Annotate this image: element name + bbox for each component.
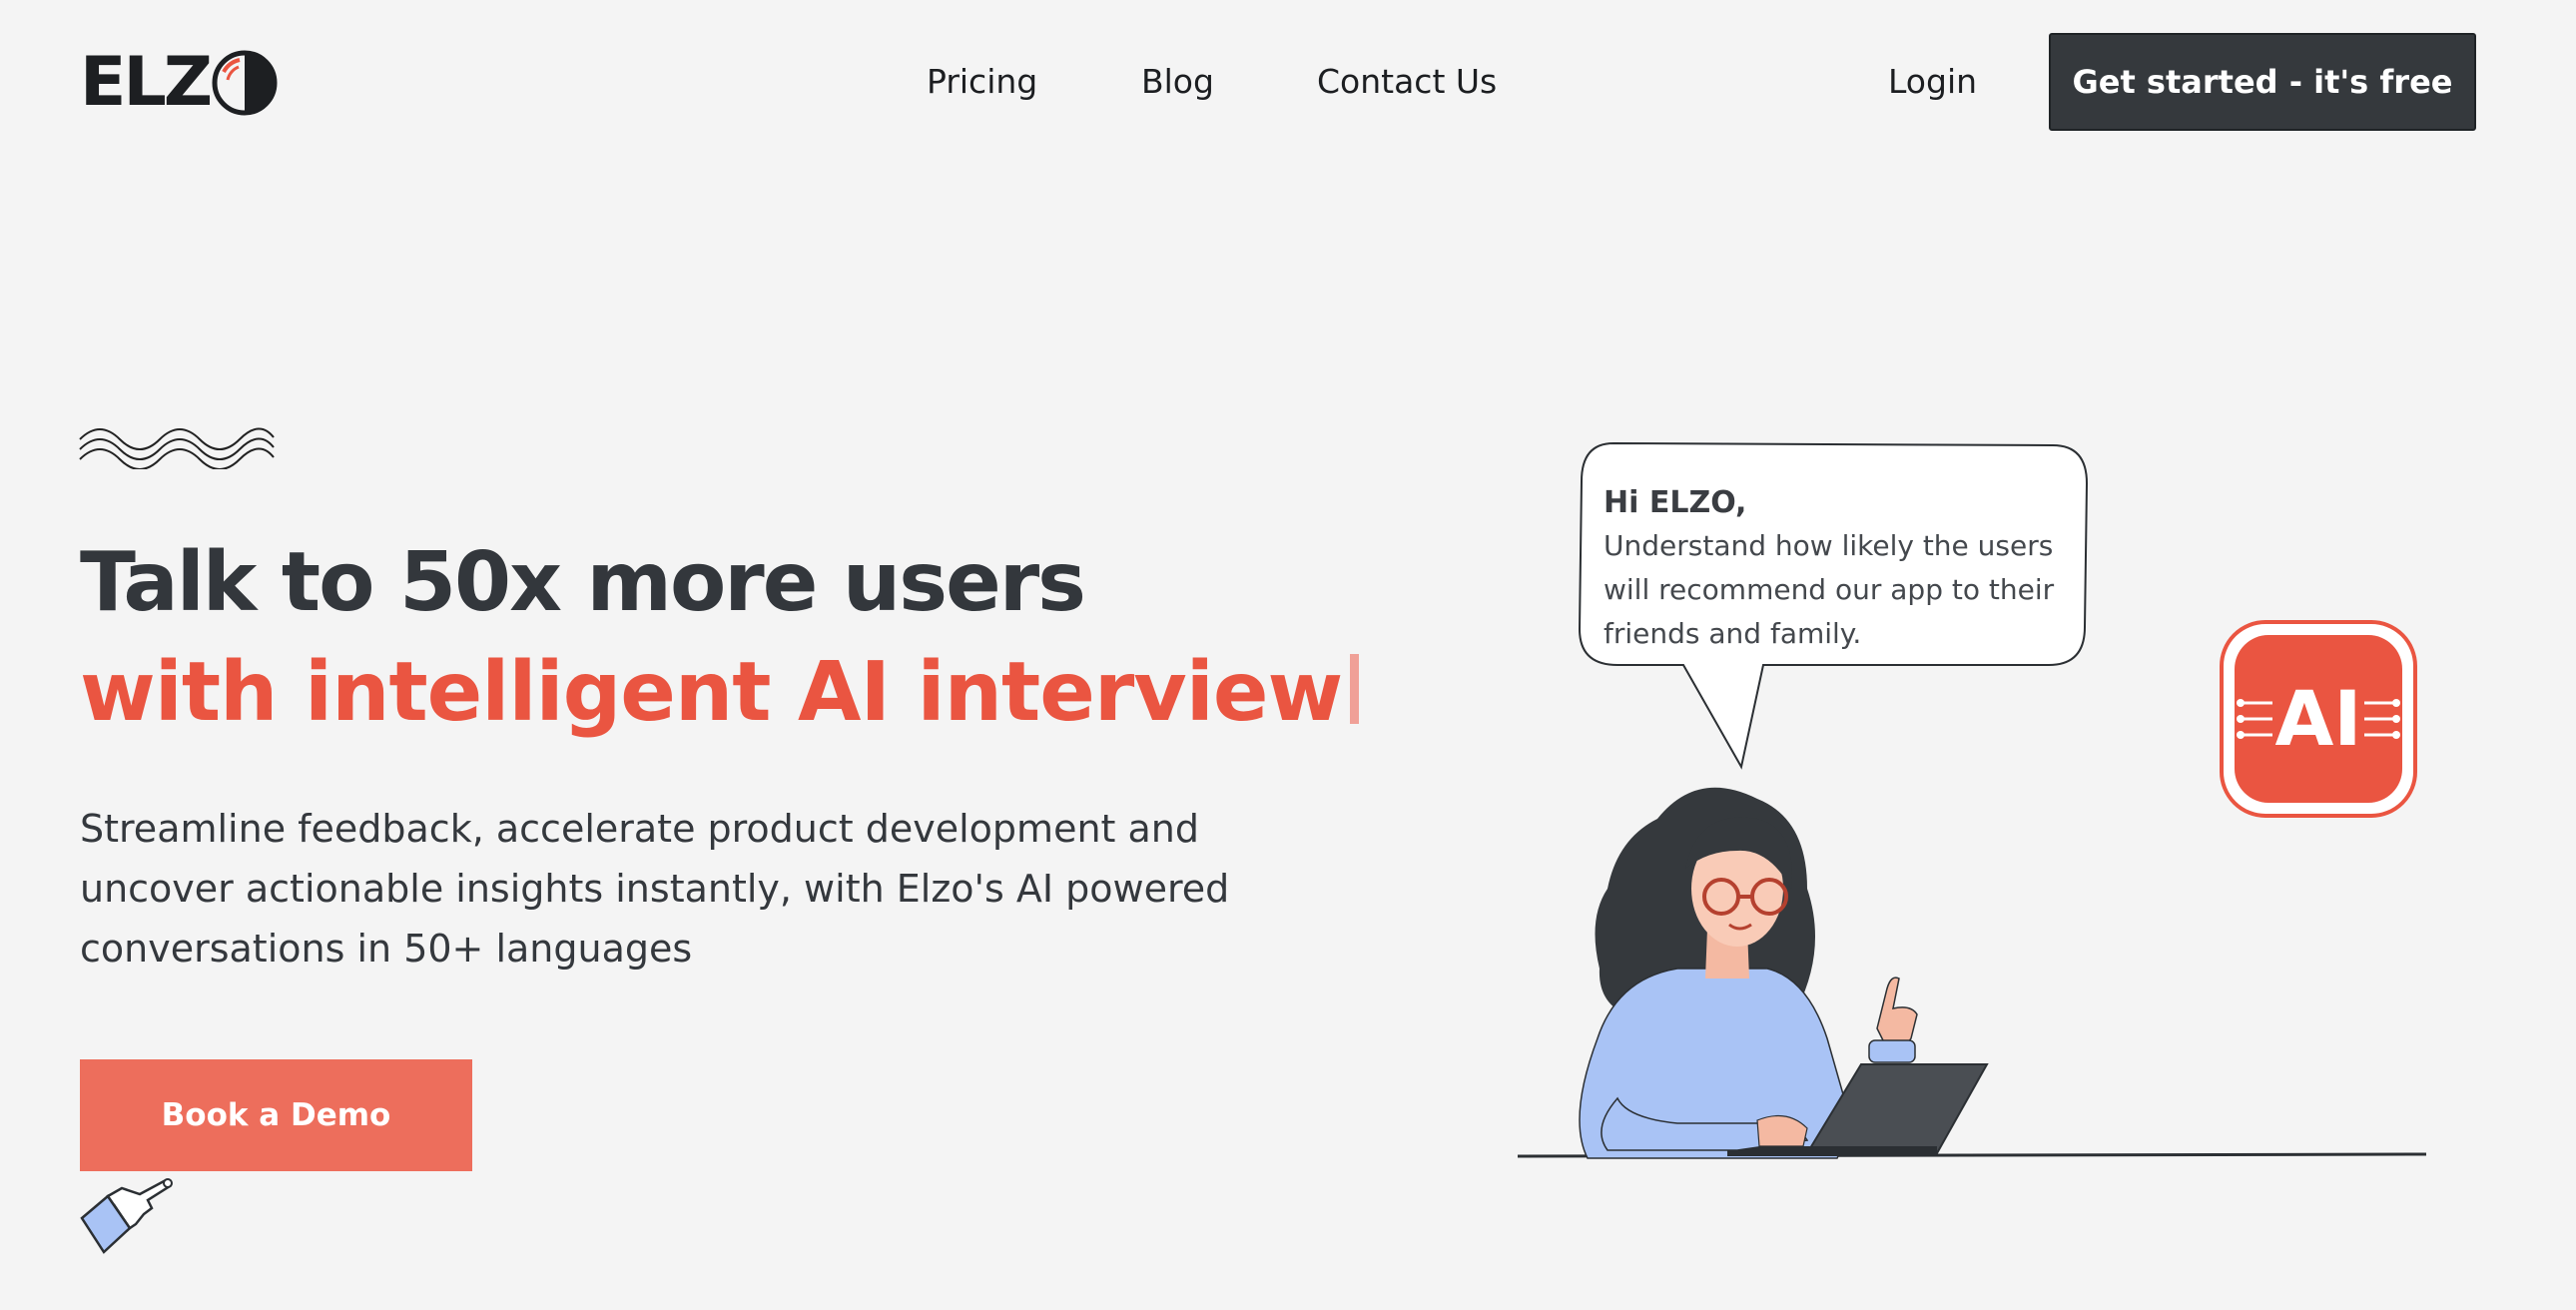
nav-contact-us[interactable]: Contact Us [1317,62,1497,101]
woman-laptop-illustration [1517,787,2426,1159]
hero-title-line2: with intelligent AI interview [80,645,1360,740]
pointing-hand-icon [80,1178,173,1254]
hero-description: Streamline feedback, accelerate product … [80,807,1230,971]
brand-logo[interactable]: ELZ [80,43,278,122]
wave-squiggle-icon [79,427,275,469]
hero-title-line1: Talk to 50x more users [80,535,1086,630]
raised-hand [1876,977,1918,1050]
ai-badge-label: AI [2274,674,2361,763]
logo-mark-icon [212,50,278,116]
bubble-greeting: Hi ELZO, [1604,485,1747,520]
nav-blog[interactable]: Blog [1141,62,1214,101]
hero-title-highlight: with intelligent AI interview [80,645,1343,740]
bubble-content: Hi ELZO, Understand how likely the users… [1604,485,2083,656]
brand-name: ELZ [80,43,213,122]
sleeve-cuff [1868,1039,1916,1063]
bubble-message: Understand how likely the users will rec… [1604,529,2055,650]
nav-pricing[interactable]: Pricing [927,62,1037,101]
nav-login[interactable]: Login [1888,62,1977,101]
typing-cursor [1350,654,1360,724]
get-started-button[interactable]: Get started - it's free [2049,33,2476,131]
book-demo-button[interactable]: Book a Demo [80,1059,472,1171]
